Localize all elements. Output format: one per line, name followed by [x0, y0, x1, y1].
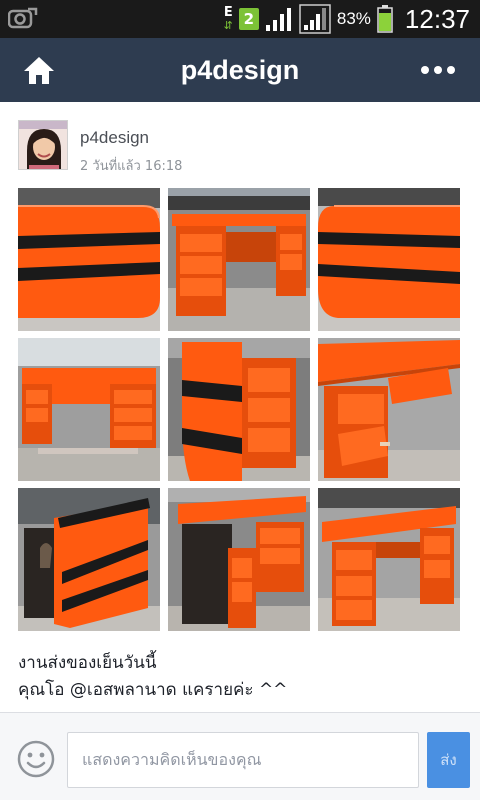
post-caption: งานส่งของเย็นวันนี้ คุณโอ @เอสพลานาด แคร… [18, 650, 287, 704]
more-icon[interactable] [420, 60, 456, 80]
send-button[interactable]: ส่ง [427, 732, 470, 788]
top-navbar: p4design [0, 38, 480, 102]
photo-2[interactable] [168, 188, 310, 331]
photo-1[interactable] [18, 188, 160, 331]
network-type: E [223, 5, 233, 20]
caption-line-1: งานส่งของเย็นวันนี้ [18, 653, 157, 673]
photo-6[interactable] [318, 338, 460, 481]
photo-grid [18, 188, 460, 631]
comment-input[interactable]: แสดงความคิดเห็นของคุณ [67, 732, 419, 788]
avatar[interactable] [18, 120, 68, 170]
comment-composer: แสดงความคิดเห็นของคุณ ส่ง [0, 712, 480, 800]
sim-badge: 2 [238, 8, 259, 30]
photo-4[interactable] [18, 338, 160, 481]
screenshot-icon [8, 7, 38, 29]
post-card: p4design 2 วันที่แล้ว 16:18 งานส่งของเย็… [0, 102, 480, 712]
post-author[interactable]: p4design [80, 128, 149, 148]
post-time: 2 วันที่แล้ว 16:18 [80, 159, 183, 174]
status-bar: E ⇵ 2 83% 12:37 [0, 0, 480, 38]
battery-icon [377, 5, 393, 33]
photo-7[interactable] [18, 488, 160, 631]
emoji-icon[interactable] [17, 740, 55, 778]
page-title: p4design [180, 54, 300, 85]
clock: 12:37 [404, 3, 470, 34]
battery-percent: 83% [336, 9, 371, 28]
signal-icon [265, 8, 291, 31]
signal-icon-secondary [299, 4, 331, 34]
network-type-icon: E ⇵ [223, 5, 233, 32]
photo-9[interactable] [318, 488, 460, 631]
photo-8[interactable] [168, 488, 310, 631]
photo-5[interactable] [168, 338, 310, 481]
caption-line-2: คุณโอ @เอสพลานาด แคราย​ค่ะ ^^ [18, 680, 288, 700]
photo-3[interactable] [318, 188, 460, 331]
